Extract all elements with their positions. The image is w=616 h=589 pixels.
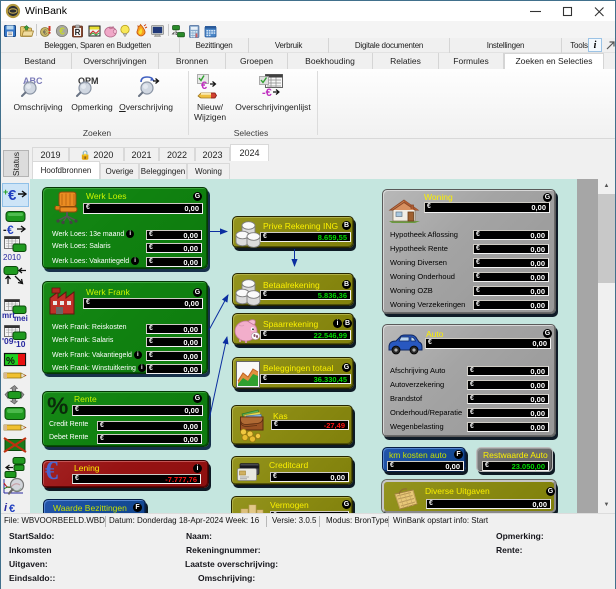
svg-text:'09: '09 — [2, 336, 14, 346]
svg-text:2010: 2010 — [3, 253, 21, 262]
svg-text:€: € — [43, 30, 47, 37]
svg-text:€: € — [201, 80, 207, 92]
svg-text:%: % — [6, 356, 15, 367]
svg-text:€: € — [59, 27, 65, 38]
svg-text:mei: mei — [14, 314, 28, 323]
svg-text:R: R — [75, 28, 81, 37]
svg-text:'10: '10 — [14, 339, 26, 349]
svg-text:-€: -€ — [262, 87, 272, 99]
svg-text:€: € — [8, 187, 17, 204]
svg-text:€: € — [7, 223, 14, 237]
